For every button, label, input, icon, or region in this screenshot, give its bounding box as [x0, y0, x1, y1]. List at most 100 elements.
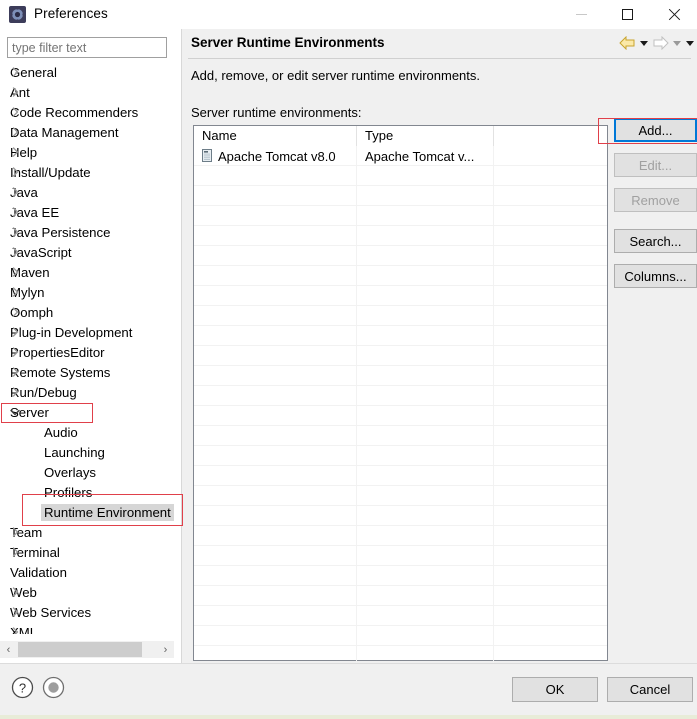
close-button[interactable] — [651, 0, 697, 29]
sidebar-item-web[interactable]: Web — [0, 582, 174, 602]
panel-menu-chevron-down-icon[interactable] — [683, 33, 696, 53]
table-row-empty[interactable] — [194, 306, 607, 326]
chevron-right-icon[interactable] — [8, 542, 22, 562]
sidebar-item-code-recommenders[interactable]: Code Recommenders — [0, 102, 174, 122]
table-row-empty[interactable] — [194, 326, 607, 346]
table-row-empty[interactable] — [194, 426, 607, 446]
chevron-right-icon[interactable] — [8, 382, 22, 402]
sidebar-item-java[interactable]: Java — [0, 182, 174, 202]
chevron-right-icon[interactable] — [8, 102, 22, 122]
sidebar-item-overlays[interactable]: Overlays — [0, 462, 174, 482]
chevron-right-icon[interactable] — [8, 602, 22, 622]
chevron-right-icon[interactable] — [8, 342, 22, 362]
chevron-right-icon[interactable] — [8, 622, 22, 634]
sidebar-item-javascript[interactable]: JavaScript — [0, 242, 174, 262]
chevron-down-icon[interactable] — [8, 402, 22, 422]
table-row-empty[interactable] — [194, 446, 607, 466]
table-row-empty[interactable] — [194, 366, 607, 386]
chevron-right-icon[interactable] — [8, 82, 22, 102]
column-header-blank[interactable] — [494, 126, 607, 146]
forward-history-chevron-down-icon[interactable] — [670, 33, 683, 53]
table-row-empty[interactable] — [194, 486, 607, 506]
sidebar-item-run-debug[interactable]: Run/Debug — [0, 382, 174, 402]
sidebar-item-launching[interactable]: Launching — [0, 442, 174, 462]
scroll-left-icon[interactable]: ‹ — [0, 641, 17, 658]
sidebar-item-oomph[interactable]: Oomph — [0, 302, 174, 322]
sidebar-item-validation[interactable]: Validation — [0, 562, 174, 582]
table-row-empty[interactable] — [194, 466, 607, 486]
table-row-empty[interactable] — [194, 286, 607, 306]
sidebar-item-java-persistence[interactable]: Java Persistence — [0, 222, 174, 242]
table-row-empty[interactable] — [194, 626, 607, 646]
chevron-right-icon[interactable] — [8, 322, 22, 342]
column-header-name[interactable]: Name — [194, 126, 357, 146]
table-body[interactable]: Apache Tomcat v8.0 Apache Tomcat v... — [194, 146, 607, 666]
table-row-empty[interactable] — [194, 546, 607, 566]
table-row-empty[interactable] — [194, 226, 607, 246]
filter-input[interactable] — [7, 37, 167, 58]
ok-button[interactable]: OK — [512, 677, 598, 702]
sidebar-item-remote-systems[interactable]: Remote Systems — [0, 362, 174, 382]
chevron-right-icon[interactable] — [8, 142, 22, 162]
sidebar-item-terminal[interactable]: Terminal — [0, 542, 174, 562]
columns-button[interactable]: Columns... — [614, 264, 697, 288]
table-row-empty[interactable] — [194, 526, 607, 546]
back-arrow-icon[interactable] — [617, 33, 637, 53]
chevron-right-icon[interactable] — [8, 262, 22, 282]
sidebar-item-install-update[interactable]: Install/Update — [0, 162, 174, 182]
chevron-right-icon[interactable] — [8, 222, 22, 242]
sidebar-item-team[interactable]: Team — [0, 522, 174, 542]
scrollbar-thumb[interactable] — [18, 642, 142, 657]
chevron-right-icon[interactable] — [8, 282, 22, 302]
sidebar-item-java-ee[interactable]: Java EE — [0, 202, 174, 222]
table-row-empty[interactable] — [194, 586, 607, 606]
tree-horizontal-scrollbar[interactable]: ‹ › — [0, 641, 174, 658]
table-row-empty[interactable] — [194, 346, 607, 366]
forward-arrow-icon[interactable] — [650, 33, 670, 53]
chevron-right-icon[interactable] — [8, 302, 22, 322]
table-row-empty[interactable] — [194, 266, 607, 286]
runtime-environments-table[interactable]: Name Type Apache Tomcat v8.0 Apache Tomcat… — [193, 125, 608, 666]
table-row[interactable]: Apache Tomcat v8.0 Apache Tomcat v... — [194, 146, 607, 166]
sidebar-item-server[interactable]: Server — [0, 402, 174, 422]
chevron-right-icon[interactable] — [8, 202, 22, 222]
column-header-type[interactable]: Type — [357, 126, 494, 146]
cancel-button[interactable]: Cancel — [607, 677, 693, 702]
sidebar-item-mylyn[interactable]: Mylyn — [0, 282, 174, 302]
chevron-right-icon[interactable] — [8, 362, 22, 382]
search-button[interactable]: Search... — [614, 229, 697, 253]
chevron-right-icon[interactable] — [8, 182, 22, 202]
sidebar-item-propertieseditor[interactable]: PropertiesEditor — [0, 342, 174, 362]
chevron-right-icon[interactable] — [8, 62, 22, 82]
table-row-empty[interactable] — [194, 246, 607, 266]
chevron-right-icon[interactable] — [8, 162, 22, 182]
table-row-empty[interactable] — [194, 166, 607, 186]
sidebar-item-ant[interactable]: Ant — [0, 82, 174, 102]
sidebar-item-runtime-environment[interactable]: Runtime Environment — [0, 502, 174, 522]
sidebar-item-general[interactable]: General — [0, 62, 174, 82]
preferences-tree[interactable]: General Ant Code Recommenders Data Manageme… — [0, 62, 174, 634]
sidebar-item-xml[interactable]: XML — [0, 622, 174, 634]
chevron-right-icon[interactable] — [8, 582, 22, 602]
table-row-empty[interactable] — [194, 186, 607, 206]
chevron-right-icon[interactable] — [8, 242, 22, 262]
cell-type[interactable]: Apache Tomcat v... — [357, 146, 494, 165]
table-row-empty[interactable] — [194, 406, 607, 426]
record-circle-icon[interactable] — [42, 676, 65, 699]
sidebar-item-plug-in-development[interactable]: Plug-in Development — [0, 322, 174, 342]
chevron-right-icon[interactable] — [8, 122, 22, 142]
scroll-right-icon[interactable]: › — [157, 641, 174, 658]
back-history-chevron-down-icon[interactable] — [637, 33, 650, 53]
chevron-right-icon[interactable] — [8, 522, 22, 542]
sidebar-item-audio[interactable]: Audio — [0, 422, 174, 442]
maximize-button[interactable] — [604, 0, 650, 29]
sidebar-item-data-management[interactable]: Data Management — [0, 122, 174, 142]
sidebar-item-help[interactable]: Help — [0, 142, 174, 162]
add-button[interactable]: Add... — [614, 118, 697, 142]
table-row-empty[interactable] — [194, 206, 607, 226]
table-row-empty[interactable] — [194, 506, 607, 526]
table-row-empty[interactable] — [194, 566, 607, 586]
table-row-empty[interactable] — [194, 606, 607, 626]
cell-extra[interactable] — [494, 146, 607, 165]
sidebar-item-profilers[interactable]: Profilers — [0, 482, 174, 502]
